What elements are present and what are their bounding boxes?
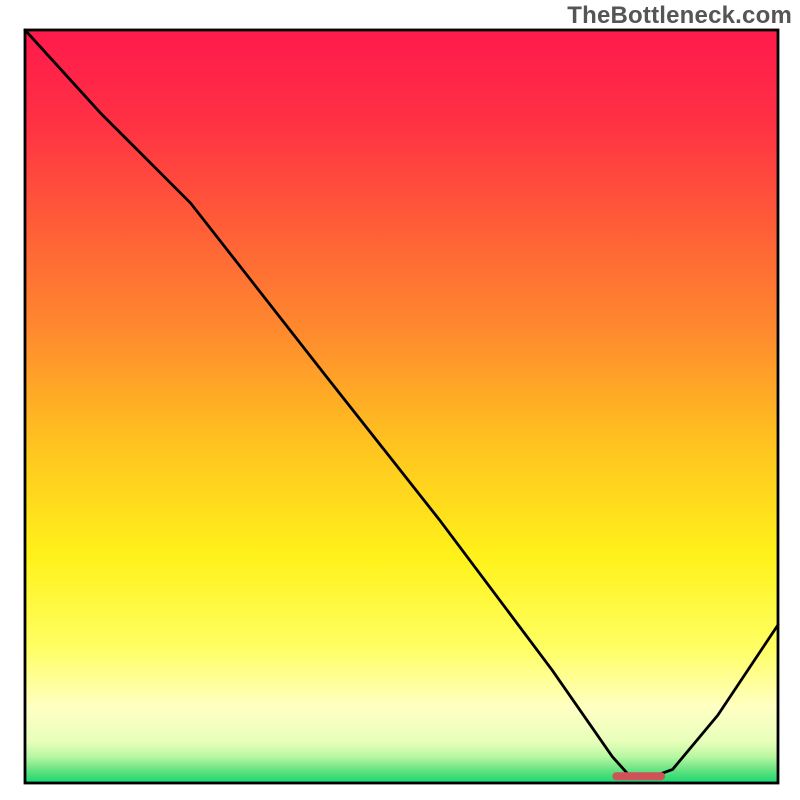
optimal-marker — [612, 772, 665, 780]
plot-background — [25, 30, 778, 783]
bottleneck-chart — [0, 0, 800, 800]
chart-stage: TheBottleneck.com — [0, 0, 800, 800]
